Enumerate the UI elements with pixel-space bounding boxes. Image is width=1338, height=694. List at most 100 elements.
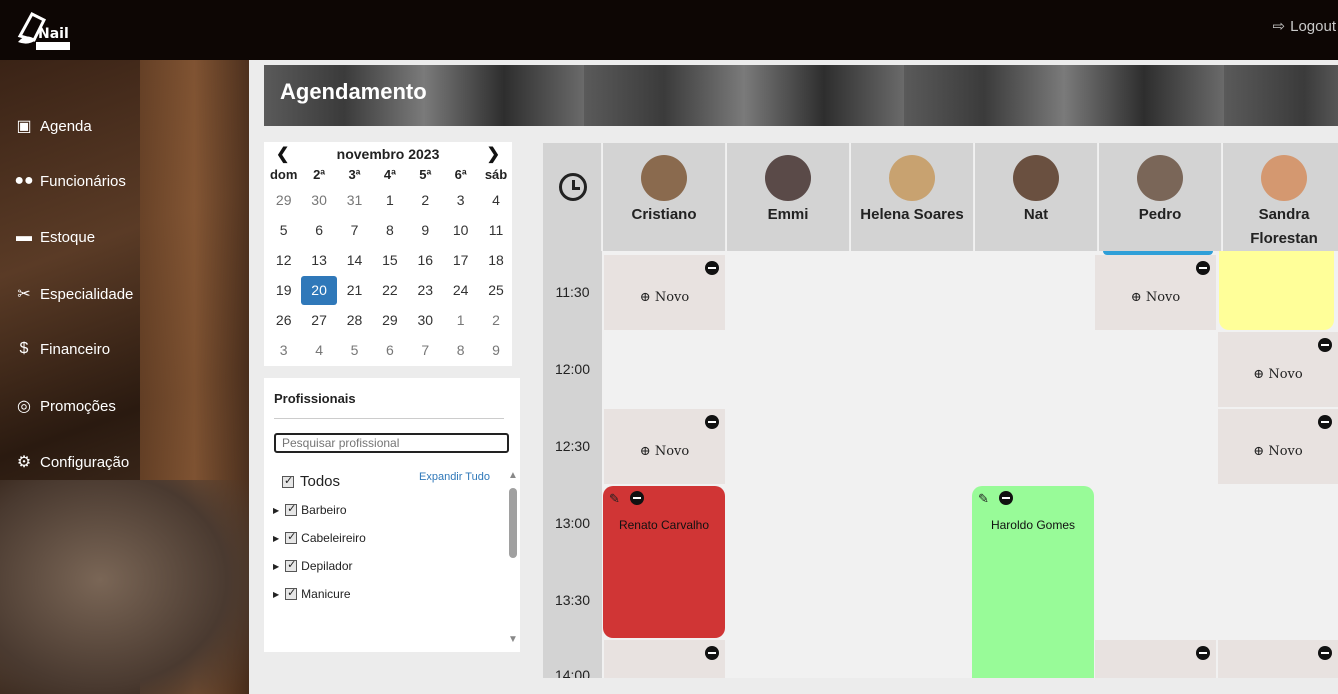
time-slot[interactable]: ⊕ Novo: [1095, 255, 1216, 330]
sidebar-item-financeiro[interactable]: $ Financeiro: [14, 340, 111, 358]
checkbox-icon[interactable]: [285, 530, 298, 544]
calendar-day[interactable]: 3: [266, 336, 301, 365]
calendar-day[interactable]: 30: [408, 306, 443, 335]
calendar-day[interactable]: 24: [443, 276, 478, 305]
calendar-day[interactable]: 22: [372, 276, 407, 305]
minus-circle-icon[interactable]: [999, 491, 1013, 505]
minus-circle-icon[interactable]: [705, 415, 719, 429]
calendar-day[interactable]: 25: [478, 276, 513, 305]
calendar-day[interactable]: 1: [443, 306, 478, 335]
scroll-down-icon[interactable]: ▼: [508, 634, 518, 645]
time-slot[interactable]: [1218, 640, 1338, 678]
expand-all-link[interactable]: Expandir Tudo: [419, 471, 490, 483]
tree-item-barbeiro[interactable]: ▶ Barbeiro: [273, 502, 347, 517]
calendar-day[interactable]: 6: [372, 336, 407, 365]
calendar-day[interactable]: 14: [337, 246, 372, 275]
pencil-icon[interactable]: ✎: [978, 491, 989, 507]
scroll-up-icon[interactable]: ▲: [508, 470, 518, 481]
time-slot[interactable]: ⊕ Novo: [1218, 332, 1338, 407]
scrollbar[interactable]: ▲ ▼: [508, 470, 518, 646]
calendar-day[interactable]: 1: [372, 186, 407, 215]
calendar-day[interactable]: 30: [301, 186, 336, 215]
pencil-icon[interactable]: ✎: [609, 491, 620, 507]
new-appointment-button[interactable]: ⊕ Novo: [1095, 290, 1216, 305]
calendar-day[interactable]: 29: [266, 186, 301, 215]
tree-item-cabeleireiro[interactable]: ▶ Cabeleireiro: [273, 530, 366, 545]
minus-circle-icon[interactable]: [1196, 261, 1210, 275]
calendar-day[interactable]: 15: [372, 246, 407, 275]
sidebar-item-especialidade[interactable]: ✂ Especialidade: [14, 284, 133, 304]
time-slot[interactable]: [1095, 640, 1216, 678]
calendar-day[interactable]: 13: [301, 246, 336, 275]
scroll-thumb[interactable]: [509, 488, 517, 558]
new-appointment-button[interactable]: ⊕ Novo: [604, 444, 725, 459]
appointment-block[interactable]: [1219, 251, 1334, 330]
calendar-day[interactable]: 29: [372, 306, 407, 335]
calendar-day[interactable]: 4: [478, 186, 513, 215]
new-appointment-button[interactable]: ⊕ Novo: [1218, 367, 1338, 382]
nail-logo[interactable]: Nail: [14, 6, 72, 54]
new-appointment-button[interactable]: ⊕ Novo: [1218, 444, 1338, 459]
calendar-day[interactable]: 31: [337, 186, 372, 215]
logout-link[interactable]: ⇨ Logout: [1273, 17, 1336, 36]
calendar-day[interactable]: 8: [443, 336, 478, 365]
calendar-day[interactable]: 11: [478, 216, 513, 245]
calendar-day[interactable]: 7: [337, 216, 372, 245]
calendar-day[interactable]: 2: [478, 306, 513, 335]
calendar-day[interactable]: 27: [301, 306, 336, 335]
appointment-block[interactable]: ✎ Haroldo Gomes: [972, 486, 1094, 678]
minus-circle-icon[interactable]: [1318, 338, 1332, 352]
calendar-day[interactable]: 2: [408, 186, 443, 215]
calendar-day[interactable]: 16: [408, 246, 443, 275]
time-slot[interactable]: ⊕ Novo: [604, 409, 725, 484]
calendar-day[interactable]: 10: [443, 216, 478, 245]
calendar-day[interactable]: 18: [478, 246, 513, 275]
caret-right-icon[interactable]: ▶: [273, 506, 279, 515]
calendar-day[interactable]: 6: [301, 216, 336, 245]
caret-right-icon[interactable]: ▶: [273, 590, 279, 599]
calendar-day[interactable]: 4: [301, 336, 336, 365]
time-slot[interactable]: ⊕ Novo: [1218, 409, 1338, 484]
calendar-day[interactable]: 12: [266, 246, 301, 275]
calendar-day[interactable]: 9: [408, 216, 443, 245]
calendar-day[interactable]: 21: [337, 276, 372, 305]
appointment-block[interactable]: ✎ Renato Carvalho: [603, 486, 725, 638]
calendar-day[interactable]: 5: [266, 216, 301, 245]
minus-circle-icon[interactable]: [630, 491, 644, 505]
time-slot[interactable]: ⊕ Novo: [604, 255, 725, 330]
checkbox-icon[interactable]: [285, 586, 298, 600]
tree-item-manicure[interactable]: ▶ Manicure: [273, 586, 351, 601]
minus-circle-icon[interactable]: [705, 646, 719, 660]
calendar-day[interactable]: 8: [372, 216, 407, 245]
sidebar-item-configuracao[interactable]: ⚙ Configuração: [14, 452, 129, 472]
select-all-checkbox[interactable]: Todos: [282, 473, 340, 490]
sidebar-item-agenda[interactable]: ▣ Agenda: [14, 116, 91, 136]
sidebar-item-funcionarios[interactable]: ●● Funcionários: [14, 172, 126, 190]
minus-circle-icon[interactable]: [705, 261, 719, 275]
calendar-day[interactable]: 26: [266, 306, 301, 335]
checkbox-icon[interactable]: [285, 558, 298, 572]
calendar-day[interactable]: 7: [408, 336, 443, 365]
calendar-month-label[interactable]: novembro 2023: [264, 146, 512, 162]
calendar-day[interactable]: 3: [443, 186, 478, 215]
appointment-edge[interactable]: [1103, 251, 1213, 255]
tree-item-depilador[interactable]: ▶ Depilador: [273, 558, 353, 573]
calendar-day[interactable]: 17: [443, 246, 478, 275]
calendar-day[interactable]: 19: [266, 276, 301, 305]
caret-right-icon[interactable]: ▶: [273, 562, 279, 571]
sidebar-item-promocoes[interactable]: ◎ Promoções: [14, 396, 116, 416]
minus-circle-icon[interactable]: [1196, 646, 1210, 660]
calendar-day[interactable]: 9: [478, 336, 513, 365]
sidebar-item-estoque[interactable]: ▬ Estoque: [14, 228, 95, 246]
caret-right-icon[interactable]: ▶: [273, 534, 279, 543]
new-appointment-button[interactable]: ⊕ Novo: [604, 290, 725, 305]
chevron-right-icon[interactable]: ❯: [487, 144, 500, 164]
minus-circle-icon[interactable]: [1318, 646, 1332, 660]
calendar-day[interactable]: 5: [337, 336, 372, 365]
calendar-day[interactable]: 23: [408, 276, 443, 305]
search-professional-input[interactable]: [274, 433, 509, 453]
calendar-day[interactable]: 28: [337, 306, 372, 335]
minus-circle-icon[interactable]: [1318, 415, 1332, 429]
calendar-day-selected[interactable]: 20: [301, 276, 337, 305]
time-slot[interactable]: [604, 640, 725, 678]
